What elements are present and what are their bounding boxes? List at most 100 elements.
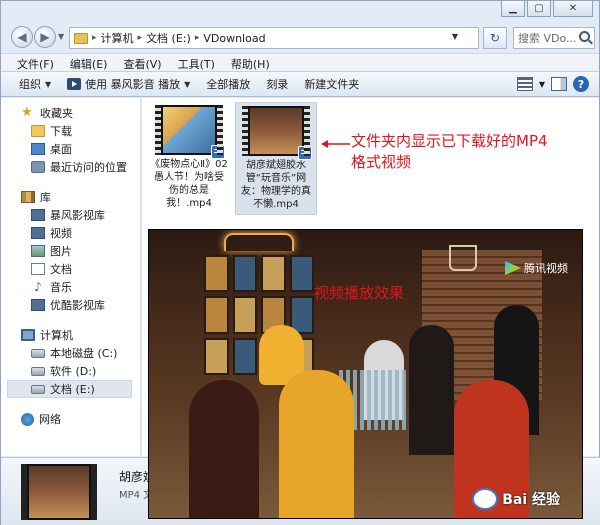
nav-favorites-label: 收藏夹: [40, 107, 73, 120]
chevron-down-icon[interactable]: ▼: [452, 32, 458, 41]
video-library-icon: [31, 299, 45, 311]
nav-lib-youku-label: 优酷影视库: [50, 299, 105, 312]
chevron-right-icon[interactable]: ▸: [138, 33, 143, 43]
nav-recent[interactable]: 最近访问的位置: [1, 158, 140, 176]
nav-downloads-label: 下载: [50, 125, 72, 138]
library-icon: [21, 191, 35, 203]
nav-lib-docs[interactable]: 文档: [1, 260, 140, 278]
nav-lib-music-label: 音乐: [50, 281, 72, 294]
help-icon[interactable]: ?: [573, 76, 589, 92]
file-item-selected[interactable]: 胡彦斌翅胶水管“玩音乐”网友：物理学的真不懒.mp4: [235, 102, 317, 215]
file-item[interactable]: 《废物点心Ⅱ》02愚人节！为啥受伤的总是我！.mp4: [148, 102, 230, 213]
menu-help[interactable]: 帮助(H): [223, 54, 278, 71]
address-row: ◀ ▶ ▼ ▸ 计算机 ▸ 文档 (E:) ▸ VDownload ▼ ↻ 搜索…: [1, 23, 599, 53]
back-button[interactable]: ◀: [11, 26, 33, 48]
documents-icon: [31, 263, 45, 275]
annotation-files-shown: 文件夹内显示已下载好的MP4格式视频: [351, 132, 548, 171]
nav-lib-docs-label: 文档: [50, 263, 72, 276]
organize-button[interactable]: 组织 ▼: [11, 73, 59, 95]
search-placeholder: 搜索 VDo...: [518, 32, 577, 45]
toolbar-right: ▼ ?: [516, 76, 589, 92]
nav-lib-video-label: 视频: [50, 227, 72, 240]
nav-drive-c[interactable]: 本地磁盘 (C:): [1, 344, 140, 362]
search-input[interactable]: 搜索 VDo...: [513, 27, 595, 49]
nav-lib-pictures[interactable]: 图片: [1, 242, 140, 260]
views-icon[interactable]: [516, 77, 533, 91]
video-thumbnail: [242, 106, 312, 160]
play-all-button[interactable]: 全部播放: [198, 73, 258, 95]
minimize-button[interactable]: ▁: [501, 1, 525, 17]
tencent-video-label: 腾讯视频: [524, 262, 568, 275]
window-controls: ▁ ▢ ✕: [501, 1, 593, 17]
nav-lib-baofeng-label: 暴风影视库: [50, 209, 105, 222]
breadcrumb-computer[interactable]: 计算机: [101, 30, 134, 46]
play-with-button[interactable]: 使用 暴风影音 播放 ▼: [59, 73, 198, 95]
chevron-right-icon[interactable]: ▸: [195, 33, 200, 43]
network-icon: [21, 412, 34, 426]
menu-edit[interactable]: 编辑(E): [62, 54, 116, 71]
menu-file[interactable]: 文件(F): [9, 54, 62, 71]
annotation-arrow-icon: [321, 140, 350, 148]
chevron-down-icon: ▼: [45, 79, 52, 89]
breadcrumb-vdownload[interactable]: VDownload: [203, 32, 265, 45]
burn-label: 刻录: [266, 78, 289, 91]
breadcrumb-drive-e[interactable]: 文档 (E:): [146, 30, 191, 46]
nav-drive-e[interactable]: 文档 (E:): [7, 380, 132, 398]
close-button[interactable]: ✕: [553, 1, 593, 17]
nav-lib-youku[interactable]: 优酷影视库: [1, 296, 140, 314]
refresh-button[interactable]: ↻: [483, 27, 507, 49]
nav-lib-pictures-label: 图片: [50, 245, 72, 258]
computer-icon: [21, 329, 35, 341]
nav-desktop[interactable]: 桌面: [1, 140, 140, 158]
drive-icon: [31, 348, 45, 358]
search-icon: [579, 31, 590, 42]
coffee-cup-sign: [449, 245, 477, 271]
refresh-icon: ↻: [489, 31, 501, 45]
nav-desktop-label: 桌面: [50, 143, 72, 156]
menu-bar: 文件(F) 编辑(E) 查看(V) 工具(T) 帮助(H): [1, 53, 599, 71]
nav-network[interactable]: 网络: [1, 410, 140, 428]
forward-button[interactable]: ▶: [34, 26, 56, 48]
nav-libraries[interactable]: 库: [1, 188, 140, 206]
menu-view[interactable]: 查看(V): [115, 54, 169, 71]
recent-pages-dropdown[interactable]: ▼: [58, 32, 64, 41]
video-library-icon: [31, 209, 45, 221]
burn-button[interactable]: 刻录: [258, 73, 296, 95]
chevron-down-icon: ▼: [184, 79, 191, 89]
new-folder-button[interactable]: 新建文件夹: [296, 73, 367, 95]
nav-drive-e-label: 文档 (E:): [50, 383, 95, 396]
nav-lib-video[interactable]: 视频: [1, 224, 140, 242]
explorer-window: ▁ ▢ ✕ ◀ ▶ ▼ ▸ 计算机 ▸ 文档 (E:) ▸ VDownload …: [0, 0, 600, 525]
nav-lib-baofeng[interactable]: 暴风影视库: [1, 206, 140, 224]
nav-computer[interactable]: 计算机: [1, 326, 140, 344]
baidu-watermark: Bai 经验: [472, 488, 560, 510]
recent-places-icon: [31, 161, 45, 173]
desktop-icon: [31, 143, 45, 155]
navigation-pane: ★ 收藏夹 下载 桌面 最近访问的位置 库 暴风影视库 视频 图片 文档 ♪ 音…: [1, 98, 141, 456]
music-icon: ♪: [34, 280, 42, 294]
pictures-icon: [31, 245, 45, 257]
play-with-label: 使用 暴风影音 播放: [85, 78, 181, 91]
nav-downloads[interactable]: 下载: [1, 122, 140, 140]
address-bar[interactable]: ▸ 计算机 ▸ 文档 (E:) ▸ VDownload ▼: [69, 27, 479, 49]
file-name: 《废物点心Ⅱ》02愚人节！为啥受伤的总是我！.mp4: [150, 159, 228, 209]
nav-favorites[interactable]: ★ 收藏夹: [1, 104, 140, 122]
file-name: 胡彦斌翅胶水管“玩音乐”网友：物理学的真不懒.mp4: [241, 160, 311, 210]
star-icon: ★: [21, 105, 33, 120]
maximize-button[interactable]: ▢: [527, 1, 551, 17]
chevron-down-icon[interactable]: ▼: [539, 80, 545, 89]
paw-icon: [472, 488, 499, 510]
watermark-label: Bai 经验: [502, 492, 560, 508]
neon-sign: [224, 233, 294, 251]
video-thumbnail: [155, 105, 225, 159]
nav-computer-label: 计算机: [40, 329, 73, 342]
nav-drive-d[interactable]: 软件 (D:): [1, 362, 140, 380]
nav-drive-d-label: 软件 (D:): [50, 365, 97, 378]
video-library-icon: [31, 227, 45, 239]
nav-lib-music[interactable]: ♪ 音乐: [1, 278, 140, 296]
annotation-playback: 视频播放效果: [314, 284, 405, 302]
preview-pane-icon[interactable]: [551, 77, 567, 91]
media-player-icon: [211, 145, 225, 159]
menu-tools[interactable]: 工具(T): [170, 54, 223, 71]
tencent-video-icon: [505, 261, 521, 275]
